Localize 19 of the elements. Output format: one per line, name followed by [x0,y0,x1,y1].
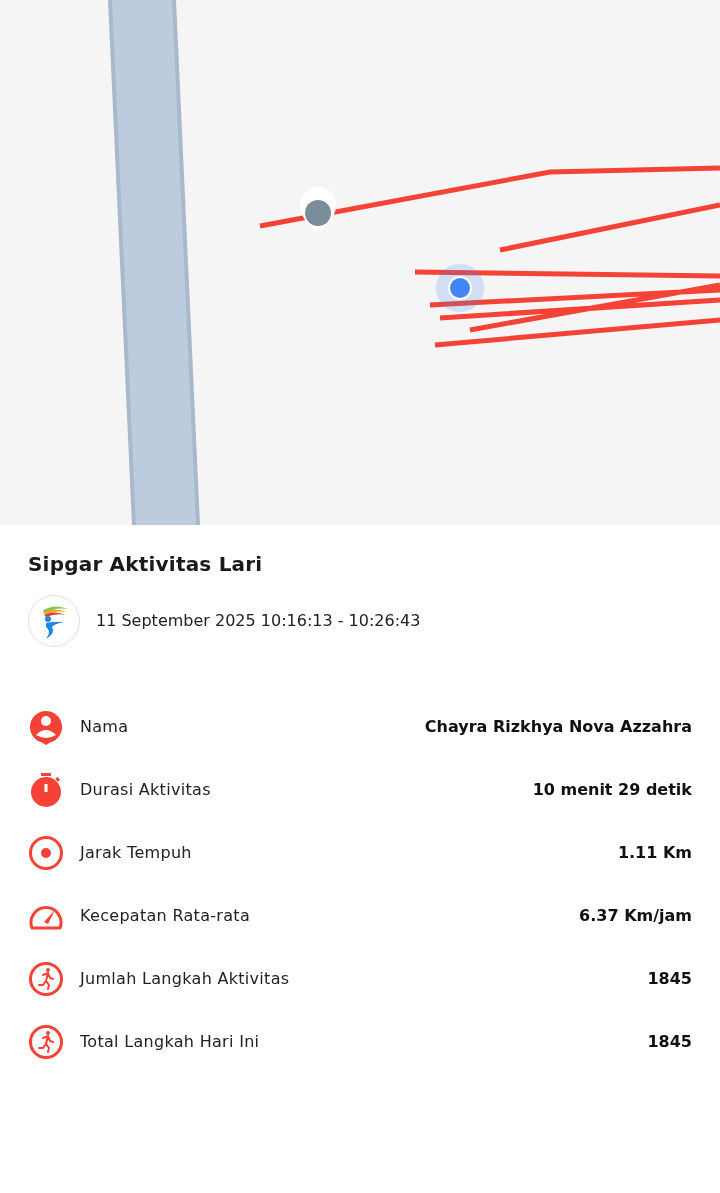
stat-value: 1.11 Km [617,841,692,864]
stat-label: Kecepatan Rata-rata [80,904,251,927]
page-title: Sipgar Aktivitas Lari [28,551,264,578]
stat-label: Jumlah Langkah Aktivitas [80,967,290,990]
target-icon [28,834,64,871]
stat-value: 6.37 Km/jam [579,904,692,927]
stat-label: Total Langkah Hari Ini [80,1030,260,1053]
stat-value: 10 menit 29 detik [532,778,692,801]
stopwatch-icon [28,771,64,808]
stat-value: 1845 [647,967,692,990]
stat-value: Chayra Rizkhya Nova Azzahra [424,715,692,738]
stat-label: Nama [80,715,129,738]
stat-label: Durasi Aktivitas [80,778,211,801]
stat-value: 1845 [647,1030,692,1053]
person-pin-icon [28,708,64,745]
runner-icon [28,960,64,997]
date-time-range: 11 September 2025 10:16:13 - 10:26:43 [96,610,421,632]
runner-icon [28,1023,64,1060]
stat-label: Jarak Tempuh [80,841,192,864]
